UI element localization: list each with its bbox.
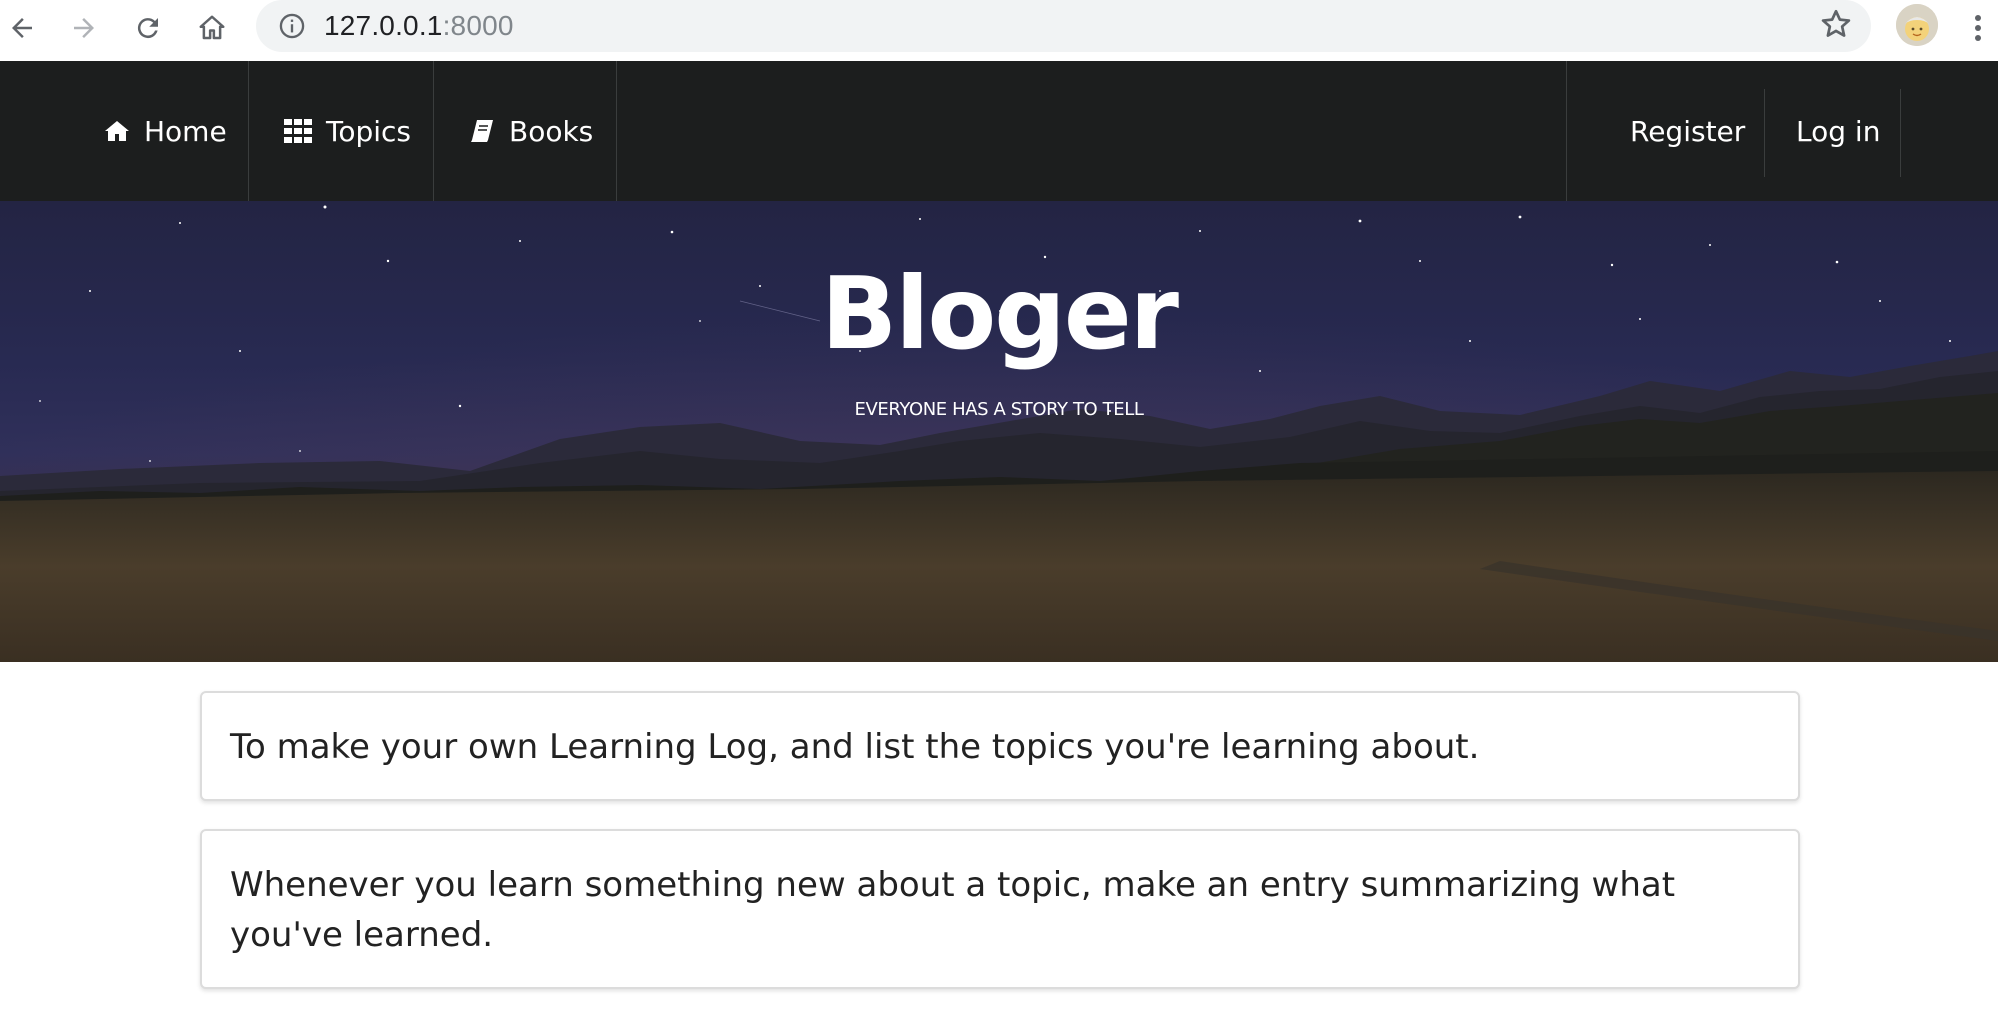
- nav-topics-label: Topics: [326, 114, 412, 148]
- info-card-text: Whenever you learn something new about a…: [230, 865, 1676, 955]
- nav-divider: [1764, 89, 1765, 177]
- nav-home-label: Home: [144, 114, 227, 148]
- home-icon: [104, 120, 130, 142]
- nav-books-label: Books: [509, 114, 594, 148]
- reload-icon[interactable]: [126, 6, 170, 50]
- browser-toolbar: 127.0.0.1:8000: [0, 0, 1998, 61]
- forward-icon[interactable]: [62, 6, 106, 50]
- star-icon[interactable]: [1818, 6, 1858, 46]
- nav-divider: [616, 61, 617, 201]
- info-icon[interactable]: [278, 12, 306, 40]
- info-card-text: To make your own Learning Log, and list …: [230, 727, 1480, 767]
- url-text: 127.0.0.1:8000: [324, 10, 514, 42]
- menu-icon[interactable]: [1968, 8, 1988, 48]
- grid-icon: [284, 119, 312, 143]
- url-port: :8000: [442, 10, 514, 41]
- nav-login-label: Log in: [1796, 114, 1881, 148]
- nav-books-link[interactable]: Books: [469, 61, 593, 201]
- home-icon[interactable]: [190, 6, 234, 50]
- back-icon[interactable]: [0, 6, 44, 50]
- url-host: 127.0.0.1: [324, 10, 443, 41]
- nav-divider: [1566, 61, 1567, 201]
- nav-divider: [1900, 89, 1901, 177]
- book-icon: [469, 118, 495, 144]
- profile-avatar[interactable]: [1896, 4, 1938, 46]
- nav-divider: [248, 61, 249, 201]
- hero-title: Bloger: [821, 255, 1179, 372]
- site-navbar: Home Topics Books Register Log in: [0, 61, 1998, 201]
- nav-register-link[interactable]: Register: [1630, 61, 1745, 201]
- hero-banner: Bloger EVERYONE HAS A STORY TO TELL: [0, 201, 1998, 662]
- nav-divider: [433, 61, 434, 201]
- info-card: Whenever you learn something new about a…: [200, 829, 1800, 989]
- nav-login-link[interactable]: Log in: [1796, 61, 1880, 201]
- nav-register-label: Register: [1630, 114, 1746, 148]
- nav-topics-link[interactable]: Topics: [284, 61, 411, 201]
- hero-subtitle: EVERYONE HAS A STORY TO TELL: [854, 399, 1144, 420]
- address-bar[interactable]: 127.0.0.1:8000: [256, 0, 1871, 52]
- info-card: To make your own Learning Log, and list …: [200, 691, 1800, 801]
- nav-home-link[interactable]: Home: [104, 61, 227, 201]
